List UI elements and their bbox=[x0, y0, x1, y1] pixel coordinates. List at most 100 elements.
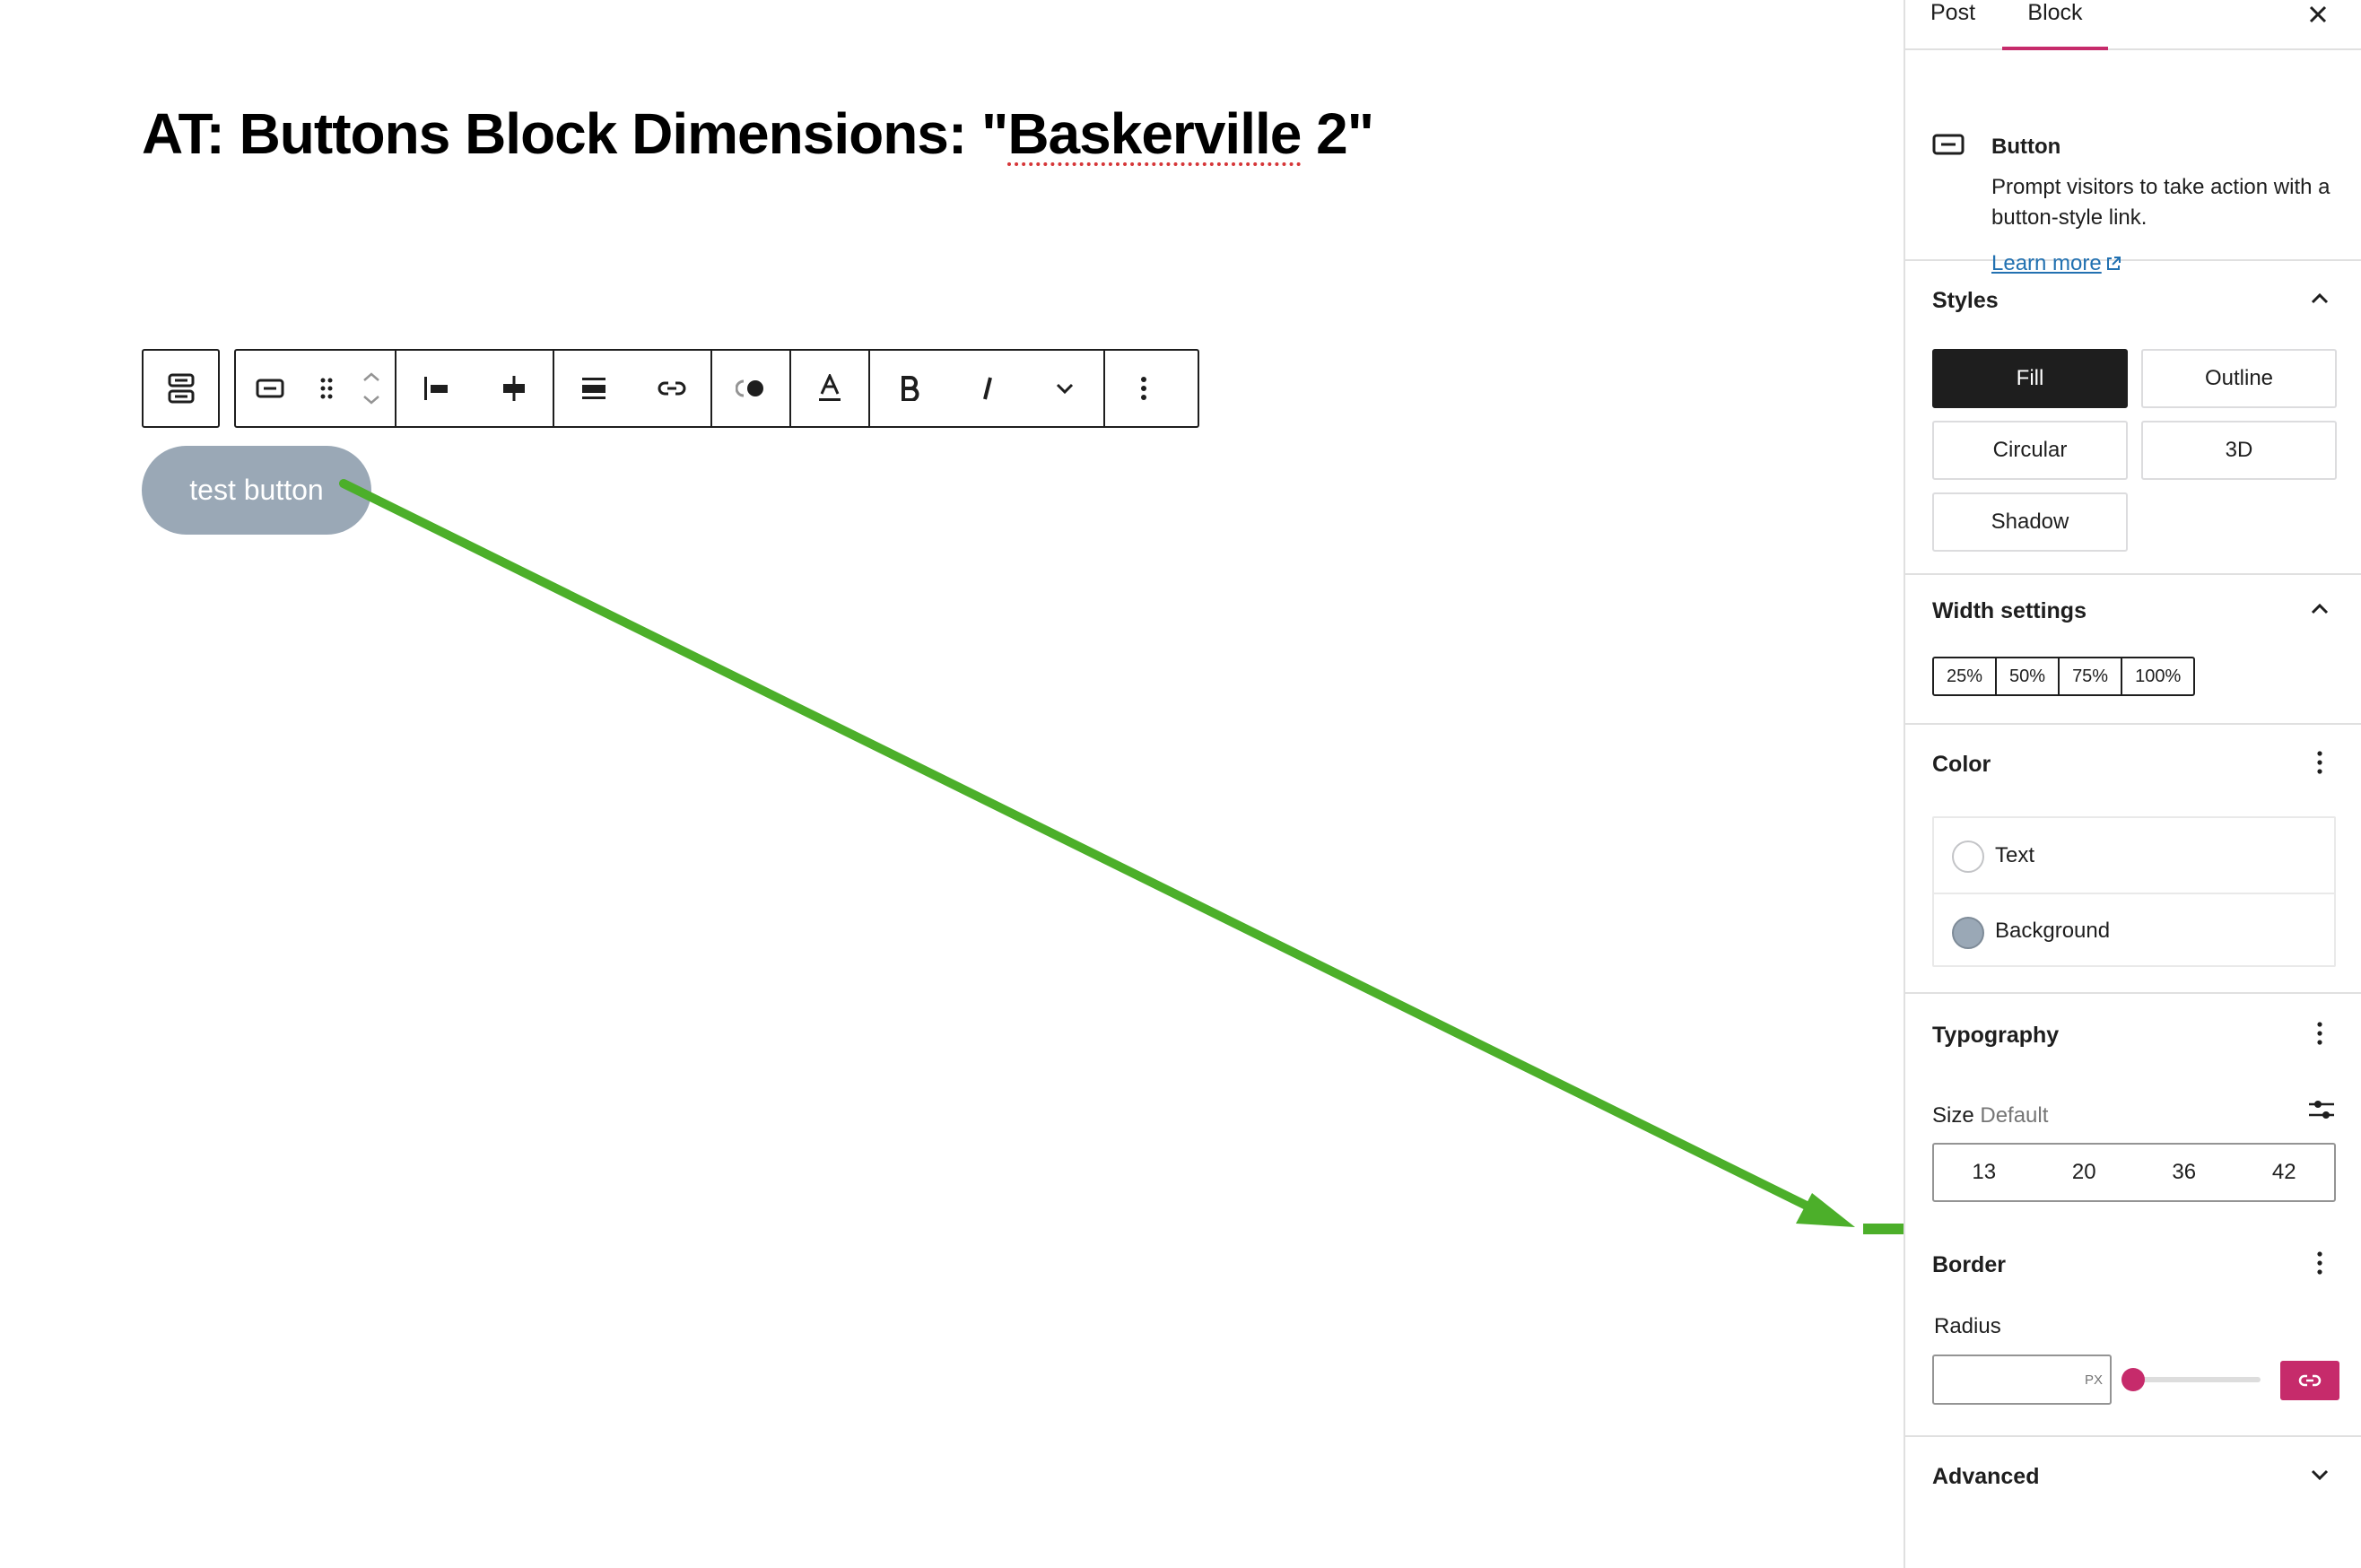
unlink-radius-button[interactable] bbox=[2280, 1361, 2339, 1400]
color-item-background[interactable]: Background bbox=[1934, 893, 2334, 967]
color-panel-options[interactable] bbox=[2304, 746, 2336, 779]
buttons-parent-icon bbox=[168, 373, 194, 404]
button-block-icon bbox=[1932, 134, 1965, 155]
post-title-misspelled-word: Baskerville bbox=[1007, 101, 1302, 166]
settings-sidebar: Post Block Button Prompt visitors to tak… bbox=[1904, 0, 2361, 1568]
post-title[interactable]: AT: Buttons Block Dimensions: "Baskervil… bbox=[142, 100, 1374, 167]
close-sidebar-button[interactable] bbox=[2302, 0, 2334, 30]
font-size-label-text: Size bbox=[1932, 1103, 1974, 1128]
block-card-title: Button bbox=[1991, 135, 2061, 159]
typography-panel-title: Typography bbox=[1932, 1023, 2060, 1048]
text-color-button[interactable] bbox=[791, 351, 868, 426]
justify-left-button[interactable] bbox=[396, 351, 475, 426]
block-type-button[interactable] bbox=[236, 351, 304, 426]
settings-sliders-icon bbox=[2309, 1101, 2334, 1119]
width-settings-title[interactable]: Width settings bbox=[1932, 598, 2087, 624]
styles-panel-toggle[interactable] bbox=[2304, 283, 2336, 315]
font-size-option-36[interactable]: 36 bbox=[2144, 1160, 2225, 1185]
bold-button[interactable] bbox=[870, 351, 948, 426]
italic-button[interactable] bbox=[948, 351, 1026, 426]
more-rich-text-button[interactable] bbox=[1027, 351, 1103, 426]
move-up-icon[interactable] bbox=[362, 371, 381, 382]
post-title-suffix: 2" bbox=[1301, 101, 1374, 166]
link-icon bbox=[658, 381, 685, 396]
advanced-panel[interactable]: Advanced bbox=[1905, 1437, 2361, 1527]
width-25[interactable]: 25% bbox=[1934, 658, 1998, 694]
styles-panel-title[interactable]: Styles bbox=[1932, 288, 1999, 314]
color-panel: Color Text Background bbox=[1905, 725, 2361, 994]
link-icon bbox=[2298, 1374, 2322, 1387]
toolbar-group-highlight bbox=[712, 351, 791, 426]
more-rich-text-icon bbox=[1057, 383, 1074, 395]
tab-post[interactable]: Post bbox=[1930, 0, 1975, 50]
toolbar-group-block bbox=[236, 351, 396, 426]
typography-panel: Typography Size Default 13 20 36 42 bbox=[1905, 994, 2361, 1225]
width-100[interactable]: 100% bbox=[2122, 658, 2193, 694]
align-wide-icon bbox=[581, 378, 605, 399]
radius-label: Radius bbox=[1934, 1314, 2001, 1338]
typography-panel-options[interactable] bbox=[2304, 1017, 2336, 1050]
font-size-option-42[interactable]: 42 bbox=[2243, 1160, 2324, 1185]
block-card-description: Prompt visitors to take action with a bu… bbox=[1991, 175, 2331, 230]
radius-input[interactable]: PX bbox=[1932, 1355, 2112, 1405]
text-color-swatch bbox=[1952, 841, 1984, 873]
highlight-button[interactable] bbox=[712, 351, 789, 426]
radius-unit-select[interactable]: PX bbox=[2085, 1372, 2103, 1388]
color-item-background-label: Background bbox=[1995, 918, 2111, 943]
font-size-current-value: Default bbox=[1980, 1103, 2049, 1128]
style-fill[interactable]: Fill bbox=[1932, 349, 2128, 408]
background-color-swatch bbox=[1952, 917, 1984, 949]
text-color-icon bbox=[819, 374, 841, 401]
justify-center-button[interactable] bbox=[475, 351, 553, 426]
toolbar-group-justify bbox=[396, 351, 554, 426]
radius-slider-thumb[interactable] bbox=[2121, 1368, 2145, 1391]
test-button-block[interactable]: test button bbox=[142, 446, 371, 535]
custom-size-toggle[interactable] bbox=[2307, 1097, 2336, 1127]
link-button[interactable] bbox=[632, 351, 710, 426]
close-icon bbox=[2309, 5, 2327, 23]
more-options-icon bbox=[1141, 377, 1146, 400]
justify-left-icon bbox=[423, 377, 448, 400]
block-toolbar bbox=[234, 349, 1199, 428]
select-parent-buttons-button[interactable] bbox=[142, 349, 220, 428]
sidebar-tabs: Post Block bbox=[1905, 0, 2361, 50]
font-size-label: Size Default bbox=[1932, 1103, 2048, 1128]
toolbar-group-options bbox=[1105, 351, 1183, 426]
style-3d[interactable]: 3D bbox=[2141, 421, 2337, 480]
font-size-option-20[interactable]: 20 bbox=[2043, 1160, 2124, 1185]
width-75[interactable]: 75% bbox=[2060, 658, 2123, 694]
style-circular[interactable]: Circular bbox=[1932, 421, 2128, 480]
align-button[interactable] bbox=[554, 351, 632, 426]
more-options-icon bbox=[2317, 1022, 2322, 1045]
styles-grid: Fill Outline Circular 3D Shadow bbox=[1932, 349, 2337, 552]
toolbar-group-align-link bbox=[554, 351, 712, 426]
move-buttons bbox=[349, 351, 394, 426]
style-shadow[interactable]: Shadow bbox=[1932, 492, 2128, 552]
toolbar-group-format bbox=[870, 351, 1105, 426]
toolbar-group-text-color bbox=[791, 351, 870, 426]
width-settings-toggle[interactable] bbox=[2304, 593, 2336, 625]
button-block-icon bbox=[256, 379, 284, 398]
color-panel-title: Color bbox=[1932, 752, 1991, 777]
border-panel-options[interactable] bbox=[2304, 1247, 2336, 1279]
more-options-button[interactable] bbox=[1105, 351, 1182, 426]
editor-canvas: AT: Buttons Block Dimensions: "Baskervil… bbox=[0, 0, 1904, 1568]
font-size-option-13[interactable]: 13 bbox=[1944, 1160, 2025, 1185]
font-size-picker: 13 20 36 42 bbox=[1932, 1143, 2336, 1202]
styles-panel: Styles Fill Outline Circular 3D Shadow bbox=[1905, 261, 2361, 575]
color-item-text[interactable]: Text bbox=[1934, 818, 2334, 893]
chevron-down-icon bbox=[2311, 1469, 2329, 1480]
style-outline[interactable]: Outline bbox=[2141, 349, 2337, 408]
width-50[interactable]: 50% bbox=[1997, 658, 2060, 694]
drag-handle[interactable] bbox=[304, 351, 349, 426]
radius-slider-track[interactable] bbox=[2133, 1377, 2261, 1382]
advanced-panel-title[interactable]: Advanced bbox=[1932, 1464, 2039, 1490]
more-options-icon bbox=[2317, 751, 2322, 774]
tab-block[interactable]: Block bbox=[2002, 0, 2108, 50]
move-down-icon[interactable] bbox=[362, 395, 381, 405]
advanced-panel-toggle[interactable] bbox=[2304, 1459, 2336, 1491]
width-options-group: 25% 50% 75% 100% bbox=[1932, 657, 2196, 696]
color-settings-list: Text Background bbox=[1932, 816, 2336, 967]
chevron-up-icon bbox=[2311, 604, 2329, 614]
highlight-icon bbox=[736, 379, 763, 397]
